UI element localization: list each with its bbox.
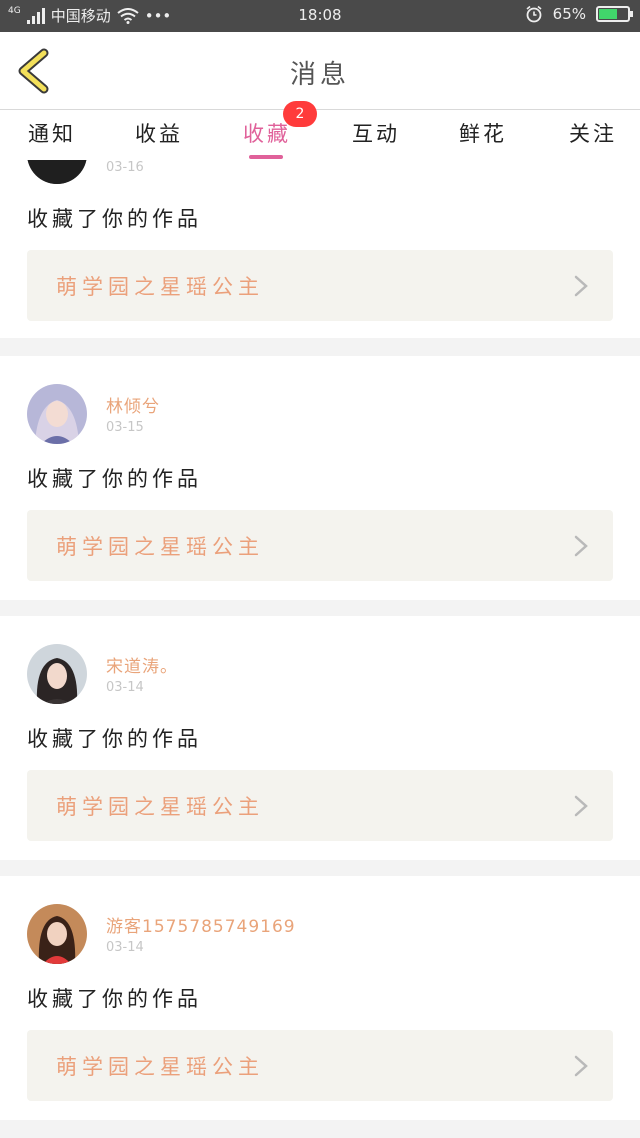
work-title: 萌学园之星瑶公主 <box>56 795 264 819</box>
active-tab-indicator <box>249 155 283 159</box>
alarm-icon <box>526 5 542 23</box>
message-list[interactable]: 03-16 收藏了你的作品 萌学园之星瑶公主 林倾兮 03-15 收藏了你的作品… <box>0 160 640 1138</box>
tab-favorites[interactable]: 收藏 <box>243 118 291 148</box>
chevron-right-icon <box>574 535 588 557</box>
message-date: 03-16 <box>106 160 144 175</box>
tab-bar: 通知 收益 收藏 互动 鲜花 关注 <box>0 110 640 160</box>
username[interactable]: 林倾兮 <box>106 392 160 417</box>
action-text: 收藏了你的作品 <box>27 987 202 1011</box>
tab-notifications[interactable]: 通知 <box>28 118 76 148</box>
tab-follows[interactable]: 关注 <box>569 118 617 148</box>
work-title: 萌学园之星瑶公主 <box>56 1055 264 1079</box>
work-title: 萌学园之星瑶公主 <box>56 535 264 559</box>
battery-icon <box>596 6 633 22</box>
avatar[interactable] <box>27 644 87 704</box>
chevron-right-icon <box>574 795 588 817</box>
work-link[interactable]: 萌学园之星瑶公主 <box>27 250 613 321</box>
status-bar: 4G 中国移动 ••• 18:08 65% <box>0 0 640 32</box>
list-item: 03-16 收藏了你的作品 萌学园之星瑶公主 <box>0 160 640 338</box>
avatar[interactable] <box>27 384 87 444</box>
action-text: 收藏了你的作品 <box>27 467 202 491</box>
tab-flowers[interactable]: 鲜花 <box>459 118 507 148</box>
action-text: 收藏了你的作品 <box>27 727 202 751</box>
tab-interactions[interactable]: 互动 <box>352 118 400 148</box>
list-item: 宋道涛。 03-14 收藏了你的作品 萌学园之星瑶公主 <box>0 616 640 860</box>
username[interactable]: 宋道涛。 <box>106 652 178 677</box>
list-item: 林倾兮 03-15 收藏了你的作品 萌学园之星瑶公主 <box>0 356 640 600</box>
work-link[interactable]: 萌学园之星瑶公主 <box>27 770 613 841</box>
work-link[interactable]: 萌学园之星瑶公主 <box>27 1030 613 1101</box>
work-link[interactable]: 萌学园之星瑶公主 <box>27 510 613 581</box>
tab-earnings[interactable]: 收益 <box>135 118 183 148</box>
action-text: 收藏了你的作品 <box>27 207 202 231</box>
avatar[interactable] <box>27 904 87 964</box>
chevron-right-icon <box>574 275 588 297</box>
message-date: 03-14 <box>106 940 144 955</box>
chevron-right-icon <box>574 1055 588 1077</box>
battery-percent: 65% <box>552 5 586 23</box>
battery-level <box>599 9 617 19</box>
list-item: 游客1575785749169 03-14 收藏了你的作品 萌学园之星瑶公主 <box>0 876 640 1120</box>
username[interactable]: 游客1575785749169 <box>106 912 296 937</box>
message-date: 03-15 <box>106 420 144 435</box>
unread-badge: 2 <box>283 101 317 127</box>
avatar[interactable] <box>27 160 87 184</box>
page-title: 消息 <box>289 60 350 90</box>
header: 消息 <box>0 32 640 110</box>
status-right: 65% <box>525 5 633 23</box>
message-date: 03-14 <box>106 680 144 695</box>
work-title: 萌学园之星瑶公主 <box>56 275 264 299</box>
